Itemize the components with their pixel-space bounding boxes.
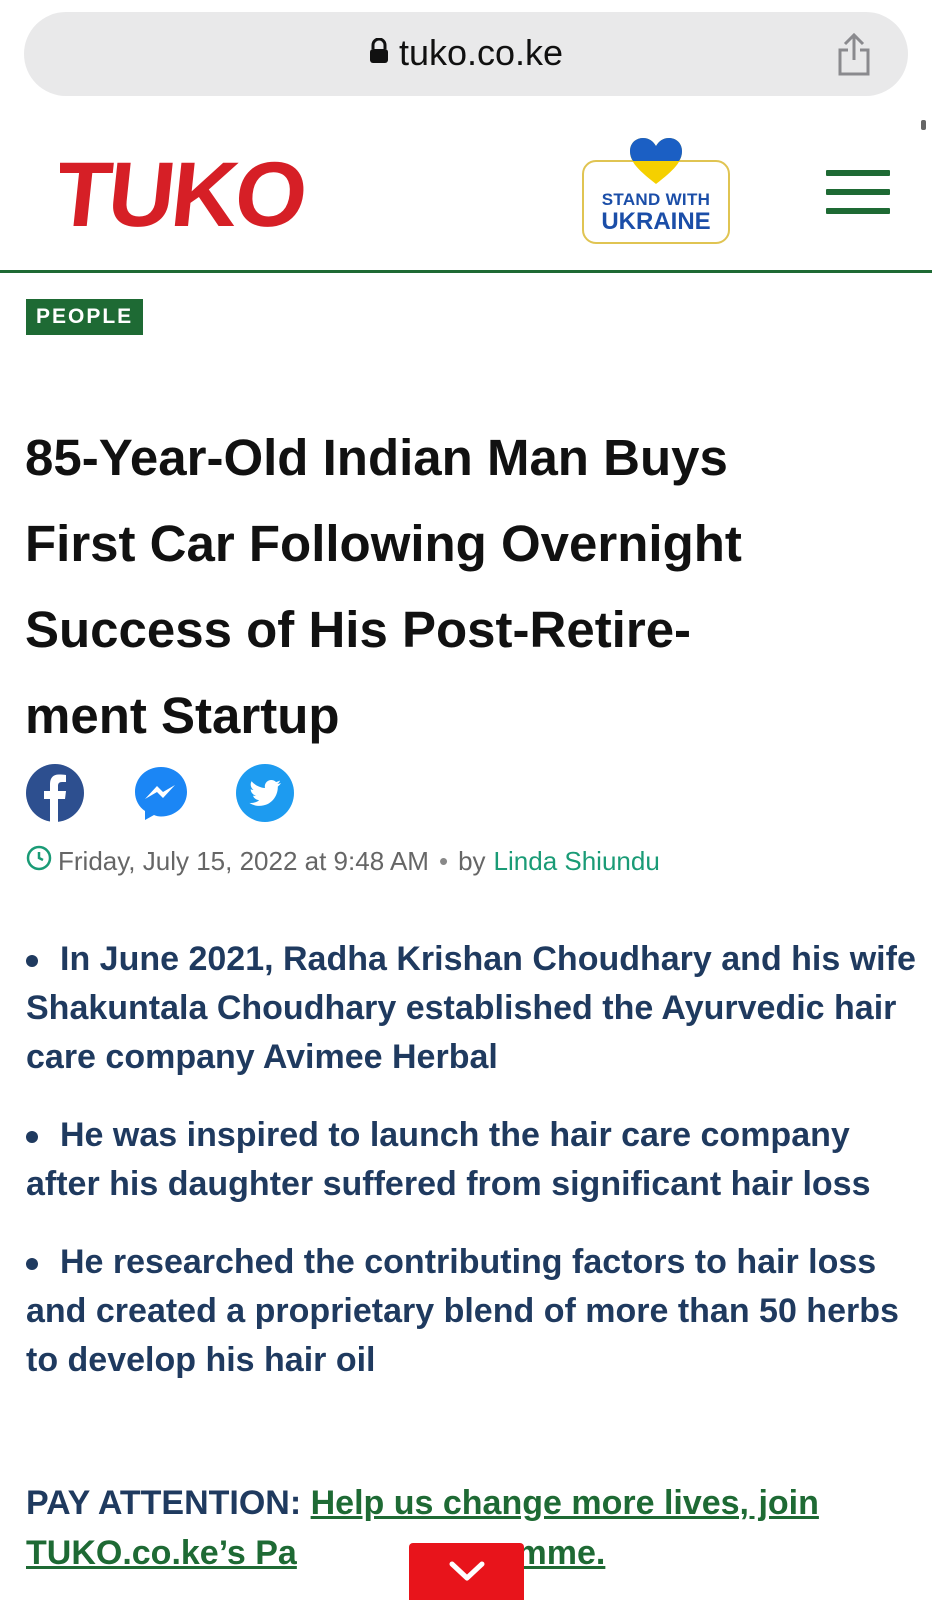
- heart-icon: [628, 136, 684, 191]
- tuko-logo[interactable]: TUKO: [50, 142, 360, 246]
- author-link[interactable]: Linda Shiundu: [494, 846, 660, 876]
- article-headline: 85-Year-Old Indian Man Buys First Car Fo…: [25, 415, 905, 759]
- stand-with-ukraine-badge[interactable]: STAND WITH UKRAINE: [582, 138, 730, 244]
- share-icon[interactable]: [836, 32, 872, 81]
- article-meta: Friday, July 15, 2022 at 9:48 AM • by Linda…: [26, 845, 660, 878]
- lock-icon: [369, 31, 389, 73]
- key-points-list: In June 2021, Radha Krishan Choudhary an…: [26, 935, 926, 1414]
- address-bar[interactable]: tuko.co.ke: [24, 12, 908, 96]
- bullet-dot: [26, 1258, 38, 1270]
- key-point-text: In June 2021, Radha Krishan Choudhary an…: [26, 940, 916, 1076]
- headline-line: Success of His Post-Retire-: [25, 601, 692, 658]
- hamburger-menu-icon[interactable]: [826, 170, 890, 227]
- chevron-down-icon: [449, 1561, 485, 1581]
- headline-line: ment Startup: [25, 687, 340, 744]
- browser-toolbar: tuko.co.ke: [0, 0, 932, 121]
- address-bar-url: tuko.co.ke: [398, 32, 564, 73]
- headline-line: 85-Year-Old Indian Man Buys: [25, 429, 728, 486]
- scroll-indicator[interactable]: [921, 120, 926, 130]
- bullet-dot: [26, 1131, 38, 1143]
- twitter-icon[interactable]: [236, 764, 294, 822]
- ukraine-badge-line2: UKRAINE: [601, 208, 711, 235]
- category-badge[interactable]: PEOPLE: [26, 299, 144, 335]
- headline-line: First Car Following Overnight: [25, 515, 742, 572]
- key-point-text: He researched the contributing factors t…: [26, 1243, 899, 1379]
- clock-icon: [26, 845, 52, 878]
- address-bar-url-container[interactable]: tuko.co.ke: [24, 32, 908, 74]
- key-point-text: He was inspired to launch the hair care …: [26, 1116, 871, 1203]
- logo-text: TUKO: [60, 150, 309, 236]
- key-point: He researched the contributing factors t…: [26, 1238, 926, 1385]
- key-point: He was inspired to launch the hair care …: [26, 1111, 926, 1209]
- pay-attention-label: PAY ATTENTION:: [26, 1484, 302, 1522]
- key-point: In June 2021, Radha Krishan Choudhary an…: [26, 935, 926, 1082]
- by-label: by: [458, 846, 486, 876]
- publish-date: Friday, July 15, 2022 at 9:48 AM: [58, 846, 429, 876]
- ukraine-badge-line1: STAND WITH: [601, 190, 711, 209]
- messenger-icon[interactable]: [132, 764, 190, 822]
- site-header: TUKO STAND WITH UKRAINE: [0, 120, 932, 273]
- expand-tab-button[interactable]: [409, 1543, 524, 1600]
- meta-separator: •: [438, 846, 449, 876]
- bullet-dot: [26, 955, 38, 967]
- facebook-icon[interactable]: [26, 764, 84, 822]
